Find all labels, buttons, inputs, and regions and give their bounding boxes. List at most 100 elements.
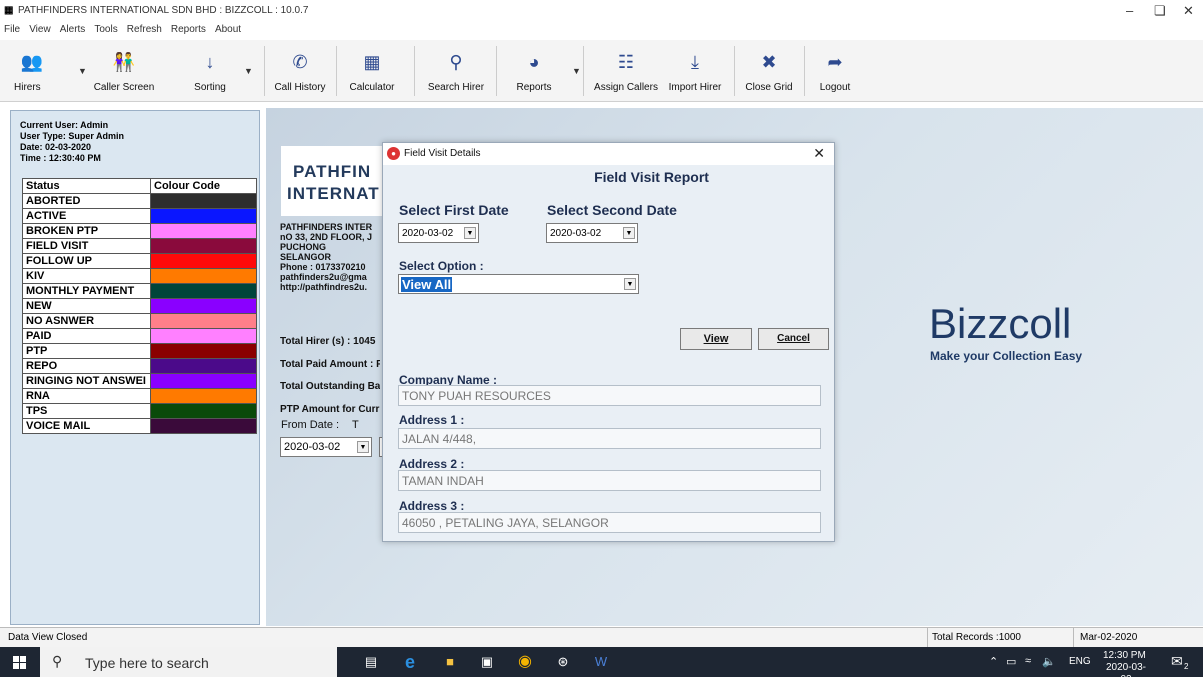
- caller-screen-button[interactable]: 👫 Caller Screen: [86, 44, 162, 100]
- field-visit-dialog: ● Field Visit Details ✕ Field Visit Repo…: [382, 142, 835, 542]
- calculator-button[interactable]: ▦ Calculator: [341, 44, 403, 100]
- search-icon: ⚲: [449, 52, 463, 72]
- battery-icon[interactable]: ▭: [1006, 655, 1016, 668]
- total-records: Total Records :1000: [932, 632, 1021, 643]
- store-icon[interactable]: ▣: [477, 653, 497, 671]
- menu-about[interactable]: About: [215, 22, 241, 38]
- address1-field[interactable]: JALAN 4/448,: [398, 428, 821, 449]
- table-row[interactable]: VOICE MAIL: [22, 418, 257, 434]
- chevron-down-icon[interactable]: ▼: [464, 227, 476, 239]
- company-name-field[interactable]: TONY PUAH RESOURCES: [398, 385, 821, 406]
- table-row[interactable]: RINGING NOT ANSWEI: [22, 373, 257, 389]
- menu-reports[interactable]: Reports: [171, 22, 206, 38]
- status-color-swatch: [150, 283, 257, 299]
- table-row[interactable]: FOLLOW UP: [22, 253, 257, 269]
- edge-browser-icon[interactable]: e: [400, 653, 420, 671]
- caller-screen-label: Caller Screen: [93, 82, 155, 93]
- address2-field[interactable]: TAMAN INDAH: [398, 470, 821, 491]
- word-icon[interactable]: W: [591, 653, 611, 671]
- table-row[interactable]: NO ASNWER: [22, 313, 257, 329]
- close-grid-button[interactable]: ✖ Close Grid: [742, 44, 796, 100]
- table-row[interactable]: PAID: [22, 328, 257, 344]
- call-history-button[interactable]: ✆ Call History: [271, 44, 329, 100]
- language-indicator[interactable]: ENG: [1069, 656, 1091, 667]
- table-row[interactable]: REPO: [22, 358, 257, 374]
- title-bar: ▦ PATHFINDERS INTERNATIONAL SDN BHD : BI…: [0, 0, 1203, 22]
- hirers-button[interactable]: 👥 ▼ Hirers: [12, 44, 87, 100]
- menu-tools[interactable]: Tools: [94, 22, 117, 38]
- dialog-close-button[interactable]: ✕: [813, 145, 825, 162]
- total-hirers: Total Hirer (s) : 1045: [280, 336, 376, 347]
- taskbar-search[interactable]: ⚲ Type here to search: [40, 647, 337, 677]
- chevron-down-icon[interactable]: ▼: [623, 227, 635, 239]
- cancel-button[interactable]: Cancel: [758, 328, 829, 350]
- table-row[interactable]: KIV: [22, 268, 257, 284]
- minimize-button[interactable]: –: [1126, 3, 1133, 18]
- table-row[interactable]: ACTIVE: [22, 208, 257, 224]
- company-name-heading: PATHFIN INTERNAT: [287, 161, 380, 205]
- status-color-swatch: [150, 253, 257, 269]
- option-select[interactable]: View All ▼: [398, 274, 639, 294]
- assign-callers-button[interactable]: ☷ Assign Callers: [590, 44, 662, 100]
- table-row[interactable]: NEW: [22, 298, 257, 314]
- view-button[interactable]: View: [680, 328, 752, 350]
- chevron-down-icon[interactable]: ▼: [244, 66, 253, 76]
- status-name: KIV: [22, 268, 151, 284]
- second-date-picker[interactable]: 2020-03-02 ▼: [546, 223, 638, 243]
- close-window-button[interactable]: ✕: [1183, 3, 1194, 19]
- window-title: PATHFINDERS INTERNATIONAL SDN BHD : BIZZ…: [18, 5, 309, 16]
- menu-refresh[interactable]: Refresh: [127, 22, 162, 38]
- sorting-button[interactable]: ↓ ▼ Sorting: [180, 44, 253, 100]
- file-explorer-icon[interactable]: ■: [440, 653, 460, 671]
- chevron-down-icon[interactable]: ▼: [624, 278, 636, 290]
- status-name: FIELD VISIT: [22, 238, 151, 254]
- table-row[interactable]: PTP: [22, 343, 257, 359]
- table-row[interactable]: ABORTED: [22, 193, 257, 209]
- menu-file[interactable]: File: [4, 22, 20, 38]
- table-row[interactable]: MONTHLY PAYMENT: [22, 283, 257, 299]
- volume-icon[interactable]: 🔈: [1042, 655, 1056, 668]
- chevron-down-icon[interactable]: ▼: [572, 66, 581, 76]
- first-date-label: Select First Date: [399, 202, 509, 218]
- maximize-button[interactable]: ❏: [1154, 3, 1166, 19]
- user-date: Date: 02-03-2020: [20, 142, 92, 152]
- option-label: Select Option :: [399, 259, 484, 273]
- call-history-label: Call History: [274, 82, 326, 93]
- to-date-label: T: [352, 419, 359, 431]
- address3-field[interactable]: 46050 , PETALING JAYA, SELANGOR: [398, 512, 821, 533]
- import-hirer-button[interactable]: ⤓ Import Hirer: [664, 44, 726, 100]
- status-color-table: Status Colour Code ABORTED ACTIVE BROKEN P…: [22, 178, 257, 434]
- second-date-label: Select Second Date: [547, 202, 677, 218]
- app-taskbar-icon[interactable]: ⊛: [553, 653, 573, 671]
- from-date-label: From Date :: [281, 419, 340, 431]
- company-info-line: PUCHONG: [280, 242, 327, 252]
- from-date-picker[interactable]: 2020-03-02 ▼: [280, 437, 372, 457]
- status-name: REPO: [22, 358, 151, 374]
- table-row[interactable]: FIELD VISIT: [22, 238, 257, 254]
- table-row[interactable]: RNA: [22, 388, 257, 404]
- dialog-title-bar: ● Field Visit Details ✕: [383, 143, 834, 165]
- network-icon[interactable]: ≈: [1025, 655, 1031, 667]
- table-row[interactable]: TPS: [22, 403, 257, 419]
- taskbar-clock[interactable]: 12:30 PM 2020-03-02: [1099, 647, 1149, 685]
- chevron-down-icon[interactable]: ▼: [357, 441, 369, 453]
- notification-icon[interactable]: ✉: [1171, 653, 1183, 670]
- status-color-swatch: [150, 223, 257, 239]
- logout-button[interactable]: ➦ Logout: [812, 44, 858, 100]
- import-hirer-label: Import Hirer: [668, 82, 722, 93]
- task-view-icon[interactable]: ▤: [361, 653, 381, 671]
- tray-chevron-up-icon[interactable]: ⌃: [989, 655, 998, 668]
- status-color-swatch: [150, 358, 257, 374]
- current-user: Current User: Admin: [20, 120, 109, 130]
- menu-view[interactable]: View: [29, 22, 51, 38]
- reports-button[interactable]: ◕ ▼ Reports: [504, 44, 580, 100]
- search-hirer-button[interactable]: ⚲ Search Hirer: [424, 44, 488, 100]
- caller-screen-icon: 👫: [112, 52, 136, 72]
- chrome-icon[interactable]: ◉: [515, 653, 535, 671]
- toolbar-separator: [336, 46, 337, 96]
- first-date-picker[interactable]: 2020-03-02 ▼: [398, 223, 479, 243]
- table-row[interactable]: BROKEN PTP: [22, 223, 257, 239]
- status-separator: [927, 628, 928, 647]
- windows-start-icon[interactable]: [13, 656, 27, 670]
- menu-alerts[interactable]: Alerts: [60, 22, 86, 38]
